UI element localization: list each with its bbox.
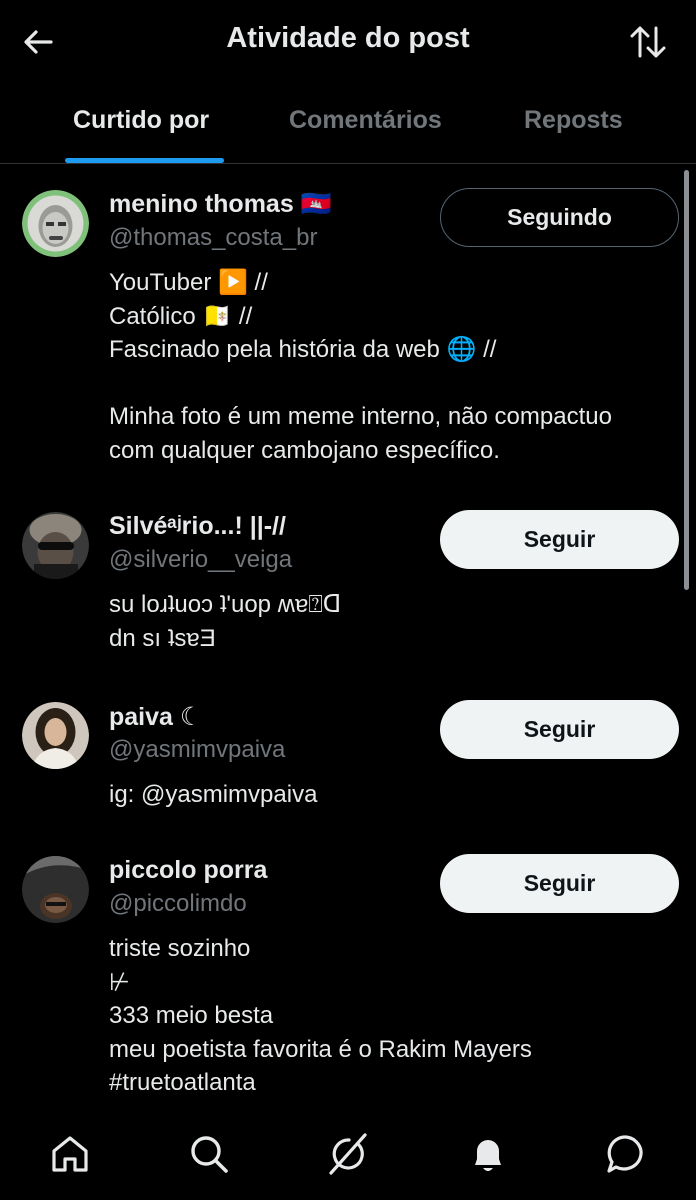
bio-line: Fascinado pela história da web 🌐 // [109,336,497,363]
header: Atividade do post [0,0,696,84]
bio-line: Católico 🇻🇦 // [109,302,253,330]
user-name[interactable]: Silvéᵃʲrio...! ||-// [109,512,286,541]
sort-arrows-icon [630,26,666,58]
tab-bar: Curtido por Comentários Reposts [0,92,696,164]
bio-line: meu poetista favorita é o Rakim Mayers [109,1035,532,1063]
bio-line: com qualquer cambojano específico. [109,436,500,464]
avatar[interactable] [22,856,89,923]
avatar[interactable] [22,190,89,257]
chat-bubble-icon [607,1135,643,1173]
bio-line [109,367,679,401]
user-name[interactable]: paiva ☾ [109,702,202,732]
bio-line: su loɹʇuoɔ ʇ'uop ʍɐ⍰ᗡ [109,591,342,618]
bio-line: YouTuber ▶️ // [109,269,268,296]
bio-line: ig: @yasmimvpaiva [109,781,318,808]
user-handle[interactable]: @yasmimvpaiva [109,736,285,764]
tab-comments[interactable]: Comentários [289,106,442,135]
search-icon [191,1136,228,1173]
nav-messages[interactable] [602,1130,650,1178]
sort-button[interactable] [626,20,670,64]
user-handle[interactable]: @thomas_costa_br [109,224,317,252]
bio-line: dn sı ʇsɐƎ [109,624,216,652]
grok-icon [329,1133,367,1175]
bio-line: triste sozinho [109,935,251,962]
following-button[interactable]: Seguindo [440,188,679,247]
bio-line: ⊬ [109,968,130,996]
nav-home[interactable] [46,1130,94,1178]
user-bio: YouTuber ▶️ // Católico 🇻🇦 // Fascinado … [109,266,679,467]
user-handle[interactable]: @silverio__veiga [109,546,292,574]
follow-button[interactable]: Seguir [440,510,679,569]
avatar[interactable] [22,702,89,769]
user-bio: su loɹʇuoɔ ʇ'uop ʍɐ⍰ᗡ dn sı ʇsɐƎ [109,588,679,655]
bio-line: Minha foto é um meme interno, não compac… [109,403,612,430]
avatar[interactable] [22,512,89,579]
follow-button[interactable]: Seguir [440,854,679,913]
home-icon [52,1136,88,1172]
user-bio: ig: @yasmimvpaiva [109,778,679,812]
active-tab-indicator [65,158,224,163]
nav-grok[interactable] [324,1130,372,1178]
user-handle[interactable]: @piccolimdo [109,890,247,918]
user-name[interactable]: piccolo porra [109,856,267,885]
tab-liked-by[interactable]: Curtido por [73,106,209,135]
bio-line: 333 meio besta [109,1002,274,1029]
user-name[interactable]: menino thomas 🇰🇭 [109,190,332,219]
follow-button[interactable]: Seguir [440,700,679,759]
scrollbar[interactable] [684,170,689,590]
nav-notifications[interactable] [464,1130,512,1178]
tab-reposts[interactable]: Reposts [524,106,623,135]
bell-icon [475,1140,501,1171]
nav-search[interactable] [185,1130,233,1178]
user-bio: triste sozinho ⊬ 333 meio besta meu poet… [109,932,679,1100]
bio-line: #truetoatlanta [109,1069,256,1096]
page-title: Atividade do post [226,22,470,54]
bottom-nav [0,1108,696,1200]
